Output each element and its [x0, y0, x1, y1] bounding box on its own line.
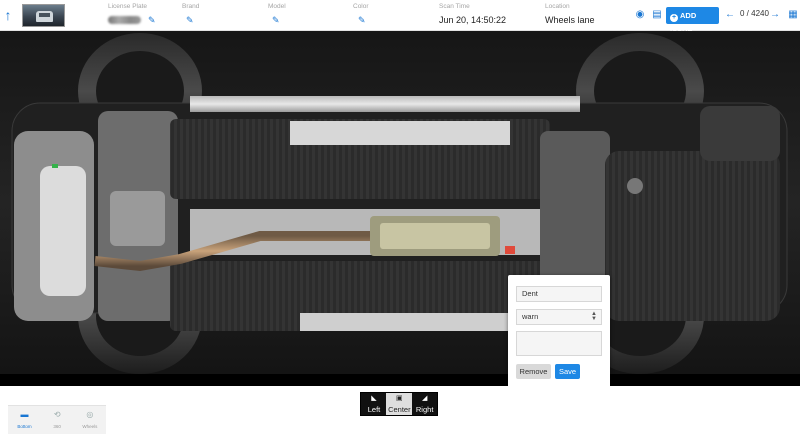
- license-plate-label: License Plate: [108, 3, 148, 10]
- tab-360-label: 360: [53, 424, 61, 429]
- severity-value: warn: [522, 312, 539, 321]
- tab-wheels-label: Wheels: [82, 424, 98, 429]
- print-icon[interactable]: ▤: [650, 8, 664, 22]
- arrow-right-icon[interactable]: →: [768, 8, 782, 22]
- model-field: Model ✎: [268, 3, 308, 29]
- camera-right-icon: ◢: [421, 395, 428, 402]
- arrow-left-icon[interactable]: ←: [723, 8, 737, 22]
- issue-type-input[interactable]: Dent: [516, 286, 602, 302]
- car-bottom-icon: ▬: [20, 410, 29, 419]
- header-bar: ↑ License Plate ✎ Brand ✎ Model ✎ Color …: [0, 0, 800, 37]
- color-field: Color ✎: [353, 3, 393, 29]
- car-360-icon: ⟲: [53, 410, 61, 419]
- location-label: Location: [545, 3, 570, 10]
- tab-bottom[interactable]: ▬ Bottom: [8, 406, 41, 434]
- model-label: Model: [268, 3, 286, 10]
- camera-view-controls: ◣ Left ▣ Center ◢ Right: [360, 392, 438, 416]
- pencil-icon[interactable]: ✎: [358, 15, 368, 25]
- issue-popup: Dent warn ▲ ▼ Remove Save: [508, 275, 610, 386]
- scan-time-field: Scan Time Jun 20, 14:50:22: [439, 3, 519, 29]
- severity-select[interactable]: warn ▲ ▼: [516, 309, 602, 325]
- location-field: Location Wheels lane: [545, 3, 615, 29]
- brand-field: Brand ✎: [182, 3, 222, 29]
- arrow-up-icon[interactable]: ↑: [0, 6, 16, 24]
- license-plate-field: License Plate ✎: [108, 3, 168, 29]
- add-issue-button[interactable]: +ADD ISSUE: [666, 7, 719, 37]
- undercarriage-viewer[interactable]: Dent warn ▲ ▼ Remove Save: [0, 31, 800, 386]
- select-caret-icon: ▲ ▼: [591, 311, 597, 322]
- scan-time-value: Jun 20, 14:50:22: [439, 15, 507, 25]
- brand-label: Brand: [182, 3, 200, 10]
- app: ↑ License Plate ✎ Brand ✎ Model ✎ Color …: [0, 0, 800, 434]
- tab-bottom-label: Bottom: [17, 424, 32, 429]
- camera-left-icon: ◣: [371, 395, 377, 402]
- camera-center-icon: ▣: [396, 395, 403, 402]
- pencil-icon[interactable]: ✎: [186, 15, 196, 25]
- view-left-button[interactable]: ◣ Left: [361, 393, 386, 415]
- view-center-button[interactable]: ▣ Center: [386, 393, 412, 415]
- notes-textarea[interactable]: [516, 331, 602, 356]
- view-right-button[interactable]: ◢ Right: [412, 393, 437, 415]
- view-right-label: Right: [415, 405, 434, 414]
- scan-time-label: Scan Time: [439, 3, 470, 10]
- license-plate-value-blurred: [108, 16, 141, 24]
- pencil-icon[interactable]: ✎: [148, 15, 158, 25]
- view-left-label: Left: [367, 405, 381, 414]
- plus-icon: +: [670, 14, 678, 22]
- color-label: Color: [353, 3, 369, 10]
- car-icon: [36, 11, 53, 22]
- scan-mode-tabs: ▬ Bottom ⟲ 360 ◎ Wheels: [8, 405, 106, 434]
- grid-icon[interactable]: ▦: [786, 8, 800, 22]
- save-button[interactable]: Save: [555, 364, 580, 379]
- view-center-label: Center: [388, 405, 411, 414]
- settings-icon[interactable]: ◉: [633, 8, 647, 22]
- remove-button[interactable]: Remove: [516, 364, 551, 379]
- image-counter: 0 / 4240: [740, 9, 769, 18]
- tab-360[interactable]: ⟲ 360: [41, 406, 74, 434]
- location-value: Wheels lane: [545, 15, 595, 25]
- pencil-icon[interactable]: ✎: [272, 15, 282, 25]
- tab-wheels[interactable]: ◎ Wheels: [73, 406, 106, 434]
- vehicle-thumbnail[interactable]: [22, 4, 65, 27]
- viewer-bottom-strip: [0, 374, 800, 386]
- wheel-icon: ◎: [86, 410, 94, 419]
- undercarriage-scan-image[interactable]: [0, 31, 800, 374]
